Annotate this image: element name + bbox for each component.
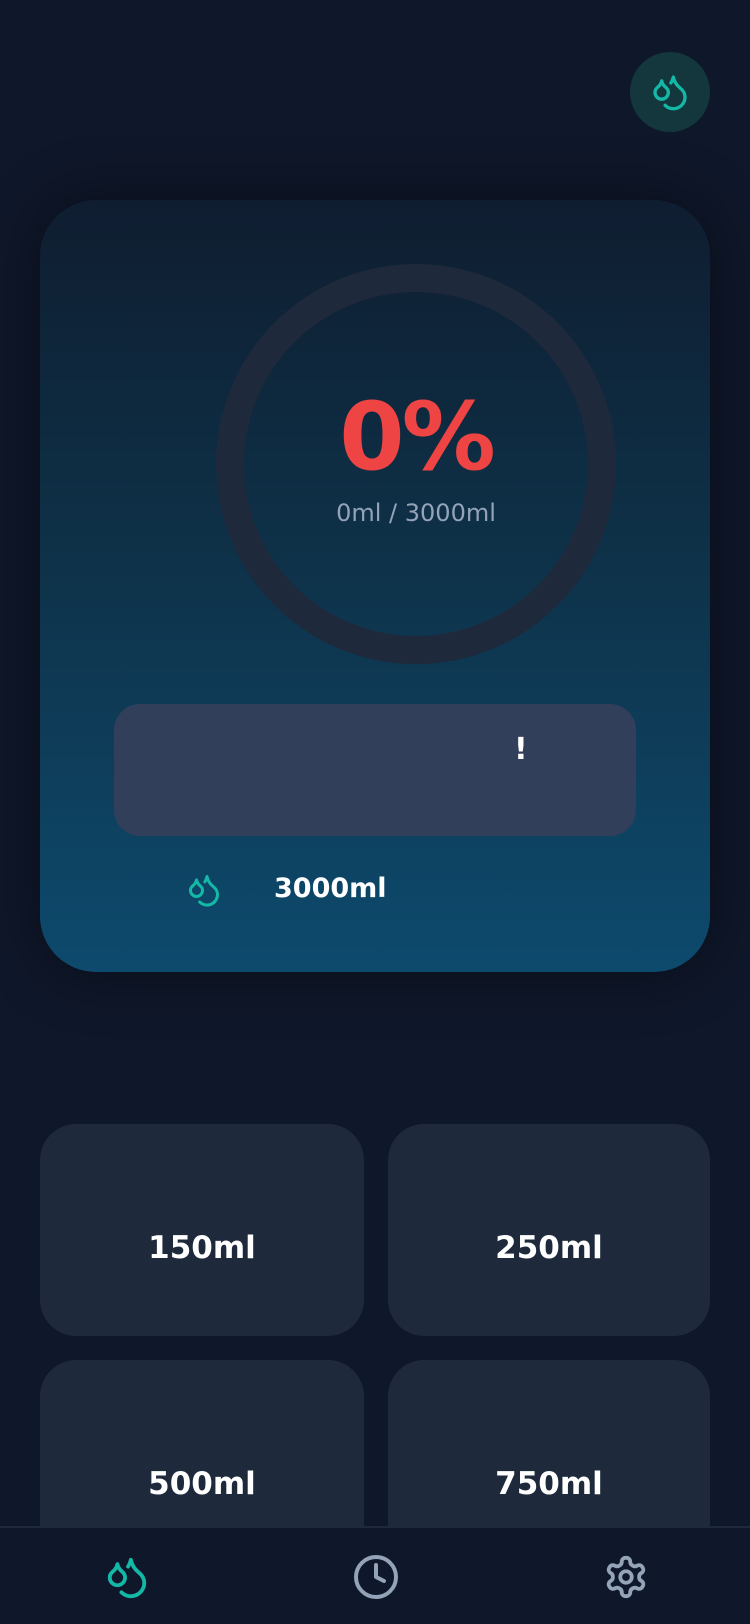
clock-icon: [354, 1555, 398, 1599]
top-water-button[interactable]: [630, 52, 710, 132]
water-drops-icon: [189, 875, 220, 907]
progress-ring: 0% 0ml / 3000ml: [216, 264, 616, 664]
quick-add-label: 250ml: [495, 1230, 603, 1266]
progress-amount: 0ml / 3000ml: [336, 499, 496, 527]
gear-icon: [606, 1555, 646, 1599]
add-150ml-button[interactable]: 150ml: [40, 1124, 364, 1336]
progress-percent: 0%: [339, 383, 496, 492]
water-tracker-screen: 0% 0ml / 3000ml ! 3000ml 150ml 250ml 500…: [0, 0, 750, 1624]
add-250ml-button[interactable]: 250ml: [388, 1124, 710, 1336]
nav-water-tab[interactable]: [92, 1542, 162, 1612]
bottom-navigation: [0, 1526, 750, 1624]
progress-card: 0% 0ml / 3000ml ! 3000ml: [40, 200, 710, 972]
water-drops-icon: [107, 1557, 147, 1599]
nav-settings-tab[interactable]: [591, 1542, 661, 1612]
water-drops-icon: [653, 75, 687, 111]
status-message-text: !: [514, 732, 528, 767]
status-message-box: !: [114, 704, 636, 836]
daily-goal-label: 3000ml: [274, 873, 387, 904]
nav-history-tab[interactable]: [341, 1542, 411, 1612]
quick-add-label: 150ml: [148, 1230, 256, 1266]
quick-add-label: 500ml: [148, 1466, 256, 1502]
quick-add-label: 750ml: [495, 1466, 603, 1502]
